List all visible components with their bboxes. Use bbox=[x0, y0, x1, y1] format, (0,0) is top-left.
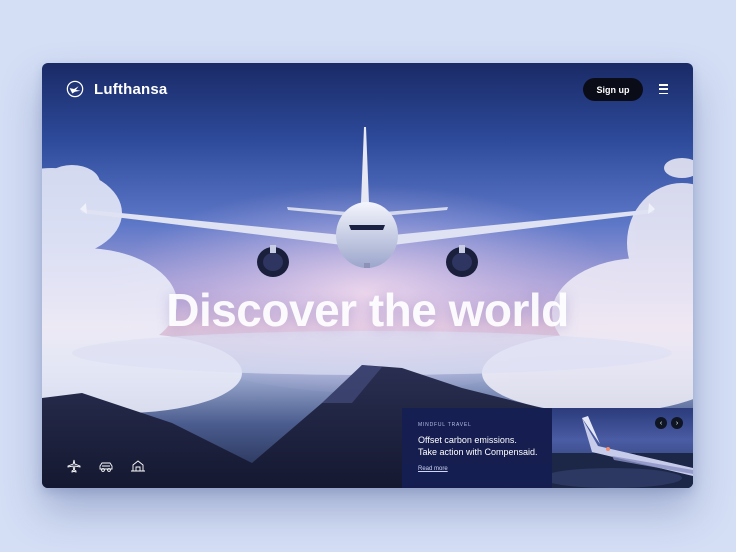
category-icons bbox=[66, 459, 146, 473]
menu-line bbox=[659, 88, 668, 90]
brand-name: Lufthansa bbox=[94, 80, 168, 98]
promo-card[interactable]: MINDFUL TRAVEL Offset carbon emissions. … bbox=[402, 408, 552, 488]
signup-button[interactable]: Sign up bbox=[583, 78, 643, 101]
hero-headline: Discover the world bbox=[166, 284, 569, 336]
lufthansa-crane-icon bbox=[66, 80, 84, 98]
promo-title-line: Take action with Compensaid. bbox=[418, 447, 538, 457]
plane-icon[interactable] bbox=[66, 459, 82, 473]
promo-title: Offset carbon emissions. Take action wit… bbox=[418, 434, 550, 458]
car-icon[interactable] bbox=[98, 459, 114, 473]
hero-card: Lufthansa Sign up Discover the world MIN… bbox=[42, 63, 693, 488]
brand-logo[interactable]: Lufthansa bbox=[66, 80, 167, 98]
chevron-left-icon[interactable]: ‹ bbox=[655, 417, 667, 429]
menu-line bbox=[659, 92, 668, 94]
menu-line bbox=[659, 84, 668, 86]
hotel-icon[interactable] bbox=[130, 459, 146, 473]
read-more-link[interactable]: Read more bbox=[418, 466, 448, 472]
hamburger-menu-icon[interactable] bbox=[659, 84, 669, 94]
chevron-right-icon[interactable]: › bbox=[671, 417, 683, 429]
promo-eyebrow: MINDFUL TRAVEL bbox=[418, 422, 472, 428]
promo-title-line: Offset carbon emissions. bbox=[418, 435, 517, 445]
